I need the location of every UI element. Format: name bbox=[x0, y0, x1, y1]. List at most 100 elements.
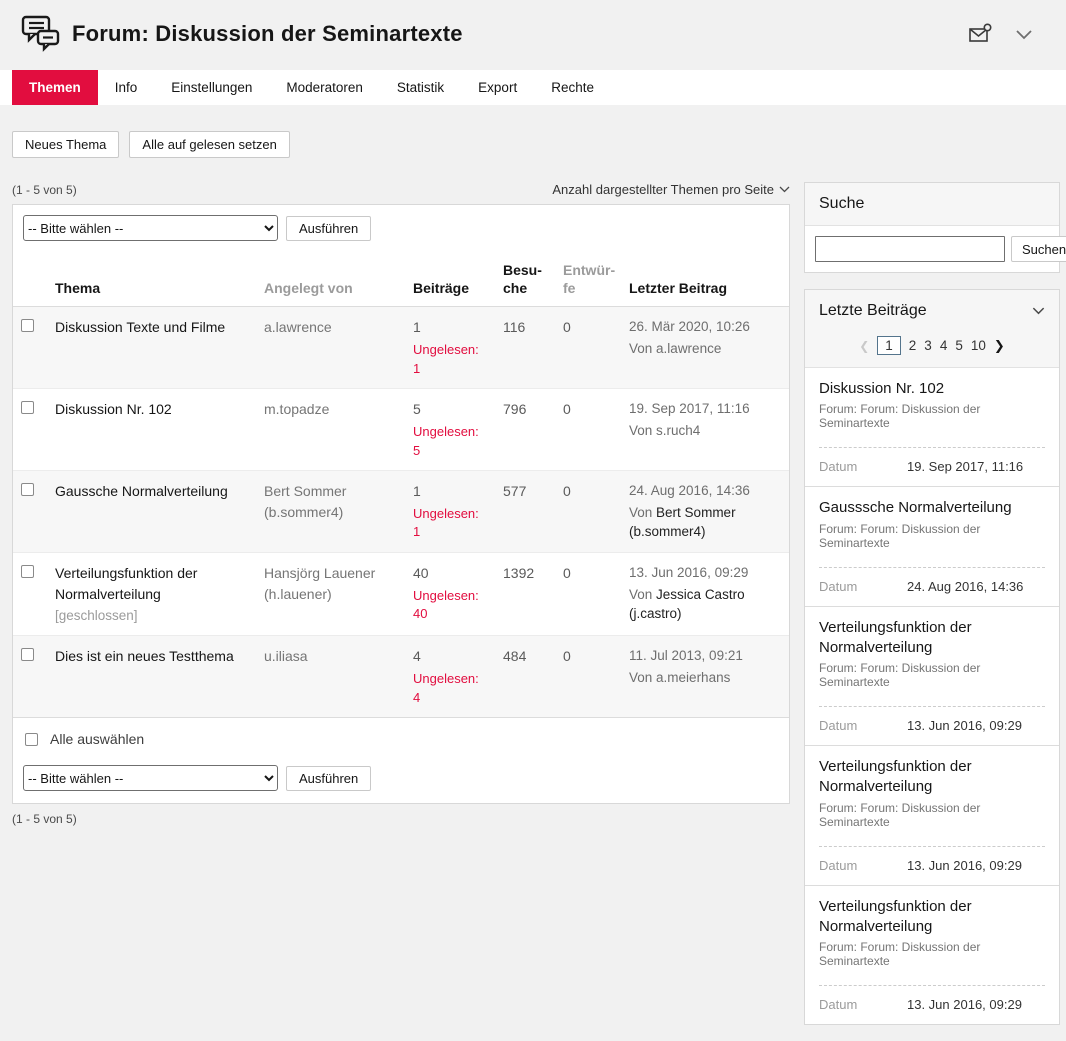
row-checkbox[interactable] bbox=[21, 483, 34, 496]
table-row: Verteilungsfunktion der Normalverteilung… bbox=[13, 553, 789, 636]
select-all-label: Alle auswählen bbox=[50, 731, 144, 747]
date-label: Datum bbox=[819, 858, 907, 873]
latest-posts-panel: Letzte Beiträge ❮ 1 2 3 4 5 10 ❯ bbox=[804, 289, 1060, 1025]
topic-author: Bert Sommer (b.sommer4) bbox=[256, 471, 405, 553]
date-value: 13. Jun 2016, 09:29 bbox=[907, 718, 1022, 733]
posts-count: 5 bbox=[413, 399, 487, 419]
topic-author: Hansjörg Lauener (h.lauener) bbox=[256, 553, 405, 636]
search-input[interactable] bbox=[815, 236, 1005, 262]
header-actions bbox=[968, 23, 1050, 45]
bulk-action-select-top[interactable]: -- Bitte wählen -- bbox=[23, 215, 278, 241]
pagination-page-2[interactable]: 2 bbox=[909, 338, 917, 353]
topic-author: a.lawrence bbox=[256, 307, 405, 389]
row-checkbox[interactable] bbox=[21, 319, 34, 332]
topics-table: Thema Angelegt von Beiträge Besu-che Ent… bbox=[13, 251, 789, 717]
column-header-thema[interactable]: Thema bbox=[47, 251, 256, 307]
latest-post-forum: Forum: Forum: Diskussion der Seminartext… bbox=[819, 801, 1045, 829]
latest-post-item: Verteilungsfunktion der Normalverteilung… bbox=[805, 885, 1059, 1025]
latest-post-title-link[interactable]: Diskussion Nr. 102 bbox=[819, 379, 1045, 399]
von-label: Von bbox=[629, 341, 652, 356]
tab-themen[interactable]: Themen bbox=[12, 70, 98, 105]
latest-post-title-link[interactable]: Verteilungsfunktion der Normalverteilung bbox=[819, 618, 1045, 659]
select-all-checkbox[interactable] bbox=[25, 733, 38, 746]
mark-all-read-button[interactable]: Alle auf gelesen setzen bbox=[129, 131, 289, 158]
last-post-author: s.ruch4 bbox=[656, 423, 700, 438]
latest-post-title-link[interactable]: Gausssche Normalverteilung bbox=[819, 498, 1045, 518]
topic-author: m.topadze bbox=[256, 389, 405, 471]
latest-post-title-link[interactable]: Verteilungsfunktion der Normalverteilung bbox=[819, 757, 1045, 798]
column-header-angelegt-von[interactable]: Angelegt von bbox=[256, 251, 405, 307]
drafts-count: 0 bbox=[555, 389, 621, 471]
topic-title-link[interactable]: Dies ist ein neues Testthema bbox=[55, 646, 248, 666]
topic-title-link[interactable]: Verteilungsfunktion der Normalverteilung bbox=[55, 563, 248, 604]
drafts-count: 0 bbox=[555, 553, 621, 636]
latest-post-title-link[interactable]: Verteilungsfunktion der Normalverteilung bbox=[819, 897, 1045, 938]
unread-link[interactable]: Ungelesen: 1 bbox=[413, 505, 487, 543]
last-post-date: 11. Jul 2013, 09:21 bbox=[629, 646, 781, 666]
page-title: Forum: Diskussion der Seminartexte bbox=[72, 21, 463, 47]
topic-title-link[interactable]: Gaussche Normalverteilung bbox=[55, 481, 248, 501]
per-page-dropdown[interactable]: Anzahl dargestellter Themen pro Seite bbox=[552, 182, 790, 197]
column-header-beitraege[interactable]: Beiträge bbox=[405, 251, 495, 307]
pagination-page-5[interactable]: 5 bbox=[955, 338, 963, 353]
tab-statistik[interactable]: Statistik bbox=[380, 70, 461, 105]
tab-bar: Themen Info Einstellungen Moderatoren St… bbox=[0, 70, 1066, 105]
latest-post-item: Diskussion Nr. 102 Forum: Forum: Diskuss… bbox=[805, 368, 1059, 486]
von-label: Von bbox=[629, 670, 652, 685]
last-post-date: 26. Mär 2020, 10:26 bbox=[629, 317, 781, 337]
pagination-page-10[interactable]: 10 bbox=[971, 338, 986, 353]
table-row: Dies ist ein neues Testthema u.iliasa 4 … bbox=[13, 636, 789, 717]
row-checkbox[interactable] bbox=[21, 565, 34, 578]
unread-link[interactable]: Ungelesen: 40 bbox=[413, 587, 487, 625]
row-checkbox[interactable] bbox=[21, 401, 34, 414]
tab-export[interactable]: Export bbox=[461, 70, 534, 105]
latest-post-item: Verteilungsfunktion der Normalverteilung… bbox=[805, 745, 1059, 885]
topic-title-link[interactable]: Diskussion Nr. 102 bbox=[55, 399, 248, 419]
column-header-letzter-beitrag[interactable]: Letzter Beitrag bbox=[621, 251, 789, 307]
tab-moderatoren[interactable]: Moderatoren bbox=[269, 70, 380, 105]
last-post-author: a.lawrence bbox=[656, 341, 721, 356]
forum-icon bbox=[20, 14, 62, 54]
visits-count: 1392 bbox=[495, 553, 555, 636]
topic-title-link[interactable]: Diskussion Texte und Filme bbox=[55, 317, 248, 337]
result-range-bottom: (1 - 5 von 5) bbox=[12, 812, 790, 826]
pagination-page-1[interactable]: 1 bbox=[877, 336, 901, 355]
last-post-date: 24. Aug 2016, 14:36 bbox=[629, 481, 781, 501]
posts-count: 1 bbox=[413, 317, 487, 337]
result-range-top: (1 - 5 von 5) bbox=[12, 183, 77, 197]
date-value: 19. Sep 2017, 11:16 bbox=[907, 459, 1023, 474]
pagination-page-4[interactable]: 4 bbox=[940, 338, 948, 353]
pagination-next-icon[interactable]: ❯ bbox=[994, 338, 1005, 354]
search-button[interactable]: Suchen bbox=[1011, 236, 1066, 262]
tab-einstellungen[interactable]: Einstellungen bbox=[154, 70, 269, 105]
topic-status: [geschlossen] bbox=[55, 606, 248, 626]
tab-info[interactable]: Info bbox=[98, 70, 155, 105]
execute-button-top[interactable]: Ausführen bbox=[286, 216, 371, 241]
unread-link[interactable]: Ungelesen: 4 bbox=[413, 670, 487, 708]
new-topic-button[interactable]: Neues Thema bbox=[12, 131, 119, 158]
chevron-down-icon[interactable] bbox=[1012, 23, 1036, 45]
table-row: Gaussche Normalverteilung Bert Sommer (b… bbox=[13, 471, 789, 553]
posts-count: 40 bbox=[413, 563, 487, 583]
search-panel-title: Suche bbox=[819, 195, 864, 213]
unread-link[interactable]: Ungelesen: 1 bbox=[413, 341, 487, 379]
topics-panel: -- Bitte wählen -- Ausführen Thema A bbox=[12, 204, 790, 804]
unread-link[interactable]: Ungelesen: 5 bbox=[413, 423, 487, 461]
date-label: Datum bbox=[819, 718, 907, 733]
page-header: Forum: Diskussion der Seminartexte bbox=[0, 0, 1066, 64]
posts-count: 4 bbox=[413, 646, 487, 666]
row-checkbox[interactable] bbox=[21, 648, 34, 661]
execute-button-bottom[interactable]: Ausführen bbox=[286, 766, 371, 791]
last-post-date: 19. Sep 2017, 11:16 bbox=[629, 399, 781, 419]
mail-notification-icon[interactable] bbox=[968, 23, 992, 45]
collapse-chevron-icon[interactable] bbox=[1032, 307, 1045, 315]
tab-rechte[interactable]: Rechte bbox=[534, 70, 611, 105]
posts-count: 1 bbox=[413, 481, 487, 501]
search-panel: Suche Suchen bbox=[804, 182, 1060, 273]
table-row: Diskussion Texte und Filme a.lawrence 1 … bbox=[13, 307, 789, 389]
column-header-entwuerfe[interactable]: Entwür-fe bbox=[555, 251, 621, 307]
column-header-besuche[interactable]: Besu-che bbox=[495, 251, 555, 307]
bulk-action-select-bottom[interactable]: -- Bitte wählen -- bbox=[23, 765, 278, 791]
pagination-page-3[interactable]: 3 bbox=[924, 338, 932, 353]
chevron-down-icon bbox=[779, 186, 790, 193]
